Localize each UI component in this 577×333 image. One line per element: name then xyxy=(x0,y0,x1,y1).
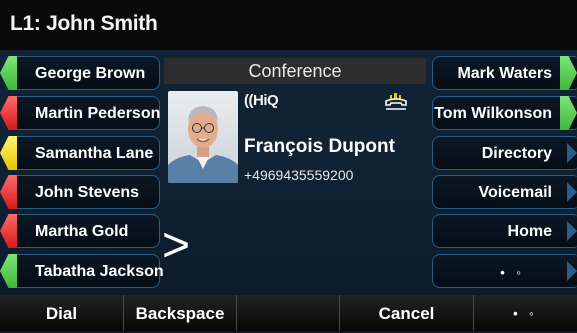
voicemail-key[interactable]: Voicemail xyxy=(432,175,577,209)
line-key-tabatha-jackson[interactable]: Tabatha Jackson xyxy=(0,254,164,288)
status-led-green-icon xyxy=(560,56,577,90)
more-keys-page[interactable]: • ◦ xyxy=(432,254,577,288)
line-key-label: Tom Wilkonson xyxy=(434,105,552,122)
softkey-bar: Dial Backspace Cancel • ◦ xyxy=(0,295,577,331)
line-key-martin-pederson[interactable]: Martin Pederson xyxy=(0,96,161,130)
caller-number: +4969435559200 xyxy=(244,167,354,183)
softkey-page-indicator[interactable]: • ◦ xyxy=(474,295,577,331)
line-key-label: Mark Waters xyxy=(457,65,552,82)
line-key-mark-waters[interactable]: Mark Waters xyxy=(432,56,577,90)
voicemail-label: Voicemail xyxy=(478,184,552,201)
caller-name: François Dupont xyxy=(244,136,395,157)
line-key-label: Tabatha Jackson xyxy=(35,263,164,280)
line-key-label: George Brown xyxy=(35,65,146,82)
line-key-label: Martha Gold xyxy=(35,223,129,240)
home-label: Home xyxy=(507,223,552,240)
key-arrow-icon xyxy=(567,143,577,163)
hiq-codec-icon: ((HiQ xyxy=(244,92,279,109)
line-key-label: Martin Pederson xyxy=(35,105,161,122)
status-led-green-icon xyxy=(560,96,577,130)
title-bar: L1: John Smith xyxy=(0,0,577,50)
line-title: L1: John Smith xyxy=(10,12,158,35)
key-arrow-icon xyxy=(567,221,577,241)
directory-key[interactable]: Directory xyxy=(432,136,577,170)
caller-avatar xyxy=(168,91,238,183)
dial-input-prompt[interactable]: > xyxy=(162,222,190,270)
line-key-tom-wilkonson[interactable]: Tom Wilkonson xyxy=(432,96,577,130)
backspace-softkey[interactable]: Backspace xyxy=(124,295,237,331)
empty-softkey[interactable] xyxy=(237,295,340,331)
key-arrow-icon xyxy=(567,182,577,202)
line-key-john-stevens[interactable]: John Stevens xyxy=(0,175,160,209)
key-arrow-icon xyxy=(567,261,577,281)
page-indicator: • ◦ xyxy=(500,265,525,280)
line-key-george-brown[interactable]: George Brown xyxy=(0,56,160,90)
dial-softkey[interactable]: Dial xyxy=(0,295,124,331)
call-mode-bar: Conference xyxy=(164,58,426,84)
directory-label: Directory xyxy=(481,145,552,162)
conference-phone-icon xyxy=(384,93,408,115)
home-key[interactable]: Home xyxy=(432,214,577,248)
line-key-label: John Stevens xyxy=(35,184,140,201)
line-key-martha-gold[interactable]: Martha Gold xyxy=(0,214,160,248)
line-key-samantha-lane[interactable]: Samantha Lane xyxy=(0,136,160,170)
cancel-softkey[interactable]: Cancel xyxy=(340,295,474,331)
line-key-label: Samantha Lane xyxy=(35,145,154,162)
